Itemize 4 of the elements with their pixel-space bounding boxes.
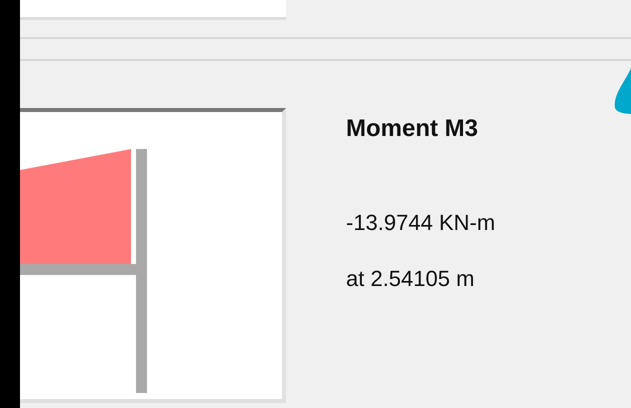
moment-location: at 2.54105 m <box>346 265 476 293</box>
input-field[interactable] <box>20 0 286 20</box>
moment-value: -13.9744 KN-m <box>346 209 496 237</box>
diagram-title: Moment M3 <box>346 115 479 143</box>
